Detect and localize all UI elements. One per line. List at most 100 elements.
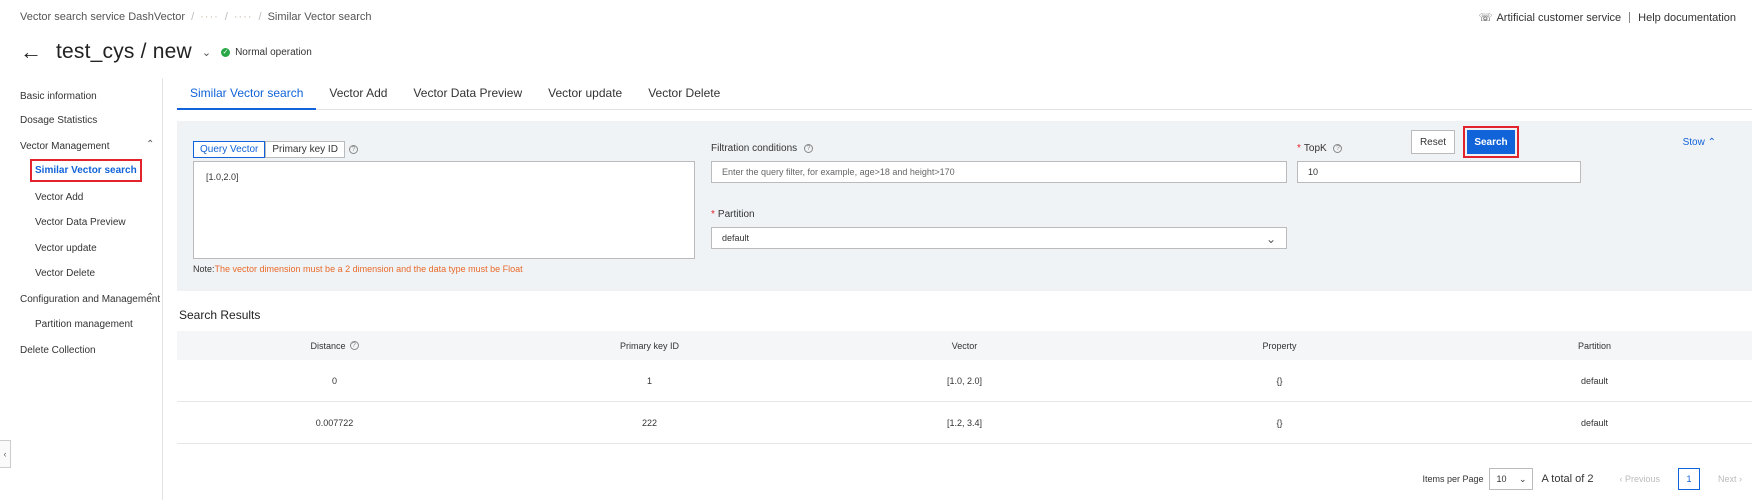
status-text: Normal operation xyxy=(235,46,312,58)
sidebar-item-delete-collection[interactable]: Delete Collection xyxy=(20,345,96,356)
chevron-up-icon[interactable]: ⌃ xyxy=(146,139,154,150)
table-row: 0 1 [1.0, 2.0] {} default xyxy=(177,360,1752,402)
sidebar-collapse-toggle[interactable]: ‹ xyxy=(0,440,11,468)
partition-selected-value: default xyxy=(722,233,750,243)
sidebar-item-vector-delete[interactable]: Vector Delete xyxy=(35,268,95,279)
next-page-button[interactable]: Next › xyxy=(1718,474,1742,484)
breadcrumb-blurred-item[interactable]: ···· xyxy=(234,11,253,23)
filter-label: Filtration conditions ? xyxy=(711,143,813,154)
reset-button[interactable]: Reset xyxy=(1411,130,1455,154)
table-header-row: Distance ? Primary key ID Vector Propert… xyxy=(177,331,1752,360)
partition-label: * Partition xyxy=(711,209,755,220)
tab-vector-delete[interactable]: Vector Delete xyxy=(635,80,733,110)
stow-toggle[interactable]: Stow ⌃ xyxy=(1683,137,1716,148)
table-row: 0.007722 222 [1.2, 3.4] {} default xyxy=(177,402,1752,444)
tab-vector-data-preview[interactable]: Vector Data Preview xyxy=(400,80,535,110)
headset-icon: ☏ xyxy=(1478,12,1493,24)
required-marker: * xyxy=(711,209,715,220)
status-badge: ✓ Normal operation xyxy=(221,47,312,58)
sidebar-item-vector-update[interactable]: Vector update xyxy=(35,243,97,254)
help-icon[interactable]: ? xyxy=(803,143,813,153)
cell-vector: [1.0, 2.0] xyxy=(946,375,983,386)
sidebar-item-vector-add[interactable]: Vector Add xyxy=(35,192,83,203)
filter-input[interactable]: Enter the query filter, for example, age… xyxy=(711,161,1287,183)
tab-bar: Similar Vector search Vector Add Vector … xyxy=(177,80,1752,110)
customer-service-link[interactable]: Artificial customer service xyxy=(1496,12,1621,24)
sidebar-item-vector-data-preview[interactable]: Vector Data Preview xyxy=(35,217,126,228)
query-vector-textarea[interactable]: [1.0,2.0] xyxy=(193,161,695,259)
sidebar-item-vector-management[interactable]: Vector Management xyxy=(20,141,110,152)
chevron-left-icon: ‹ xyxy=(3,449,7,459)
search-button[interactable]: Search xyxy=(1467,130,1515,154)
cell-property: {} xyxy=(1276,375,1283,386)
cell-distance: 0.007722 xyxy=(315,417,354,428)
divider xyxy=(1629,12,1631,23)
query-mode-switch: Query Vector Primary key ID ? xyxy=(193,141,358,158)
sidebar-item-basic-information[interactable]: Basic information xyxy=(20,91,97,102)
cell-partition: default xyxy=(1580,417,1609,428)
cell-vector: [1.2, 3.4] xyxy=(946,417,983,428)
cell-distance: 0 xyxy=(331,375,337,386)
cell-partition: default xyxy=(1580,375,1609,386)
topk-input[interactable]: 10 xyxy=(1297,161,1581,183)
pagination: Items per Page 10 ⌄ A total of 2 ‹ Previ… xyxy=(1422,468,1750,490)
required-marker: * xyxy=(1297,143,1301,154)
help-icon[interactable]: ? xyxy=(348,145,358,154)
tab-vector-update[interactable]: Vector update xyxy=(535,80,635,110)
tab-similar-vector-search[interactable]: Similar Vector search xyxy=(177,80,317,110)
search-button-highlight: Search xyxy=(1463,126,1519,158)
chevron-down-icon: ⌄ xyxy=(1265,232,1276,246)
column-header-property: Property xyxy=(1262,340,1297,351)
top-links: ☏ Artificial customer service Help docum… xyxy=(1478,11,1736,25)
breadcrumb-blurred-item[interactable]: ···· xyxy=(200,11,219,23)
page-number-button[interactable]: 1 xyxy=(1677,468,1700,490)
previous-label: Previous xyxy=(1624,474,1660,484)
total-count: A total of 2 xyxy=(1541,473,1594,485)
help-icon[interactable]: ? xyxy=(1333,143,1343,153)
partition-label-text: Partition xyxy=(717,209,755,220)
query-vector-option[interactable]: Query Vector xyxy=(193,141,266,158)
chevron-up-icon: ⌃ xyxy=(1707,137,1716,148)
next-label: Next xyxy=(1717,474,1737,484)
sidebar-item-dosage-statistics[interactable]: Dosage Statistics xyxy=(20,115,97,126)
previous-page-button[interactable]: ‹ Previous xyxy=(1619,474,1660,484)
column-header-distance: Distance ? xyxy=(177,331,492,360)
help-icon[interactable]: ? xyxy=(349,341,359,350)
breadcrumb-separator: / xyxy=(191,11,195,23)
dimension-note: Note:The vector dimension must be a 2 di… xyxy=(193,264,523,274)
filter-label-text: Filtration conditions xyxy=(711,143,798,154)
sidebar-item-configuration-management[interactable]: Configuration and Management xyxy=(20,294,160,305)
stow-label: Stow xyxy=(1682,137,1705,148)
cell-primary-key: 1 xyxy=(646,375,652,386)
breadcrumb-separator: / xyxy=(224,11,228,23)
column-header-label: Distance xyxy=(310,340,346,351)
items-per-page-label: Items per Page xyxy=(1422,474,1484,484)
page-size-value: 10 xyxy=(1496,474,1507,484)
column-header-vector: Vector xyxy=(951,340,978,351)
help-documentation-link[interactable]: Help documentation xyxy=(1638,12,1736,24)
chevron-down-icon[interactable]: ⌄ xyxy=(202,46,211,59)
sidebar-item-partition-management[interactable]: Partition management xyxy=(35,319,133,330)
column-header-partition: Partition xyxy=(1577,340,1612,351)
partition-select[interactable]: default ⌄ xyxy=(711,227,1287,249)
chevron-up-icon[interactable]: ⌃ xyxy=(146,292,154,303)
note-warning: The vector dimension must be a 2 dimensi… xyxy=(214,264,523,274)
breadcrumb-root[interactable]: Vector search service DashVector xyxy=(20,11,185,23)
breadcrumb-current: Similar Vector search xyxy=(267,11,372,23)
topk-label: * TopK ? xyxy=(1297,143,1343,154)
page-size-select[interactable]: 10 ⌄ xyxy=(1489,468,1534,490)
tab-vector-add[interactable]: Vector Add xyxy=(316,80,400,110)
column-header-primary-key: Primary key ID xyxy=(619,340,679,351)
title-row: ← test_cys / new ⌄ ✓ Normal operation xyxy=(20,40,312,64)
sidebar: Basic information Dosage Statistics Vect… xyxy=(0,78,163,500)
chevron-down-icon: ⌄ xyxy=(1518,473,1527,484)
check-circle-icon: ✓ xyxy=(221,47,231,57)
page-title: test_cys / new xyxy=(56,40,192,63)
results-table: Distance ? Primary key ID Vector Propert… xyxy=(177,331,1752,444)
sidebar-item-similar-vector-search[interactable]: Similar Vector search xyxy=(30,159,142,182)
cell-primary-key: 222 xyxy=(641,417,658,428)
primary-key-option[interactable]: Primary key ID xyxy=(265,141,345,158)
breadcrumb: Vector search service DashVector / ···· … xyxy=(20,11,372,23)
results-title: Search Results xyxy=(179,308,261,322)
back-arrow-icon[interactable]: ← xyxy=(20,41,42,63)
